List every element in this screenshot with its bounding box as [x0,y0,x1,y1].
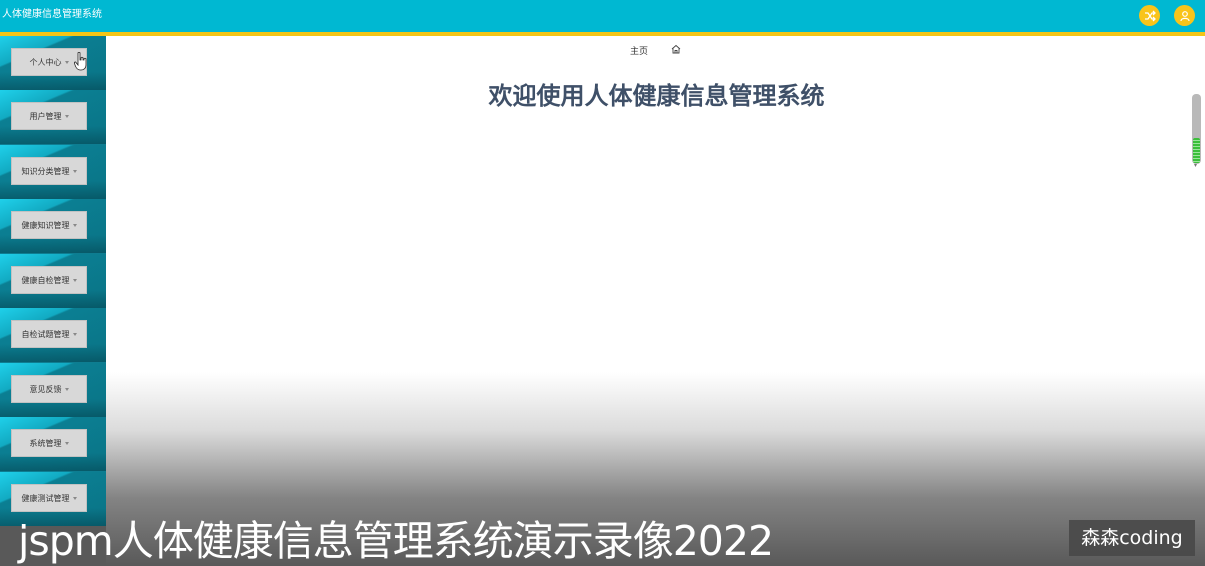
caret-down-icon [64,441,69,445]
hand-cursor-icon [74,52,87,71]
menu-button[interactable]: 健康知识管理 [11,211,87,239]
page-title: 欢迎使用人体健康信息管理系统 [488,82,825,110]
scrollbar-grip [1193,138,1200,163]
sidebar-item-label: 健康自检管理 [21,275,70,285]
sidebar-item-system-management[interactable]: 系统管理 [0,417,106,471]
caret-down-icon [72,169,77,173]
caret-down-icon [64,114,69,118]
sidebar-item-question-management[interactable]: 自检试题管理 [0,308,106,362]
sidebar-item-label: 意见反馈 [29,384,62,394]
sidebar-item-feedback[interactable]: 意见反馈 [0,363,106,417]
menu-button[interactable]: 系统管理 [11,429,87,457]
caret-down-icon [72,332,77,336]
watermark: 森森coding [1069,520,1195,556]
sidebar-item-label: 自检试题管理 [21,329,70,339]
sidebar-item-label: 健康测试管理 [21,493,70,503]
menu-button[interactable]: 健康自检管理 [11,266,87,294]
sidebar-item-label: 用户管理 [29,111,62,121]
user-icon[interactable] [1174,5,1195,26]
sidebar-item-label: 个人中心 [29,57,62,67]
caret-down-icon [64,387,69,391]
scroll-down-icon[interactable]: ▾ [1194,162,1197,169]
menu-button[interactable]: 自检试题管理 [11,320,87,348]
breadcrumb-home-link[interactable]: 主页 [630,47,648,57]
sidebar-item-label: 系统管理 [29,438,62,448]
caret-down-icon [72,223,77,227]
shuffle-icon[interactable] [1139,5,1160,26]
breadcrumb: 主页 [630,44,648,57]
caret-down-icon [64,60,69,64]
sidebar-item-label: 知识分类管理 [21,166,70,176]
header-accent-strip [0,32,1205,36]
app-window: 人体健康信息管理系统 个人中心 用户管理 知识分类管理 健康知识管理 健康自检管… [0,0,1205,566]
menu-button[interactable]: 健康测试管理 [11,484,87,512]
sidebar-item-knowledge-management[interactable]: 健康知识管理 [0,199,106,253]
top-bar: 人体健康信息管理系统 [0,0,1205,32]
sidebar-item-category-management[interactable]: 知识分类管理 [0,145,106,199]
app-title: 人体健康信息管理系统 [2,9,102,20]
menu-button[interactable]: 知识分类管理 [11,157,87,185]
sidebar-item-label: 健康知识管理 [21,220,70,230]
sidebar-item-self-check-management[interactable]: 健康自检管理 [0,254,106,308]
home-icon[interactable] [671,44,681,54]
caret-down-icon [72,496,77,500]
caret-down-icon [72,278,77,282]
video-caption: jspm人体健康信息管理系统演示录像2022 [18,517,774,565]
menu-button[interactable]: 意见反馈 [11,375,87,403]
